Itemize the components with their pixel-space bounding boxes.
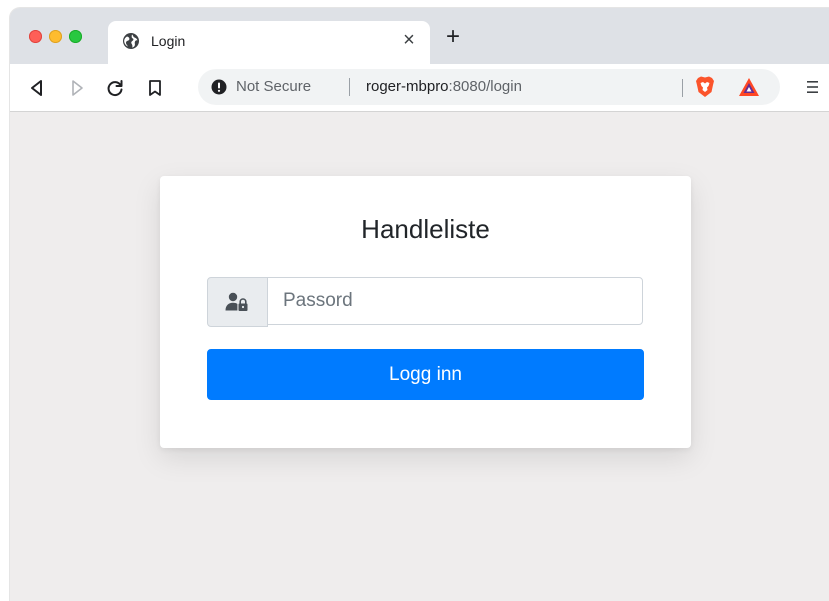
- bat-triangle-icon[interactable]: [738, 77, 760, 97]
- url-text[interactable]: roger-mbpro:8080/login: [366, 78, 522, 95]
- new-tab-button[interactable]: +: [442, 25, 464, 49]
- minimize-window-button[interactable]: [49, 30, 62, 43]
- reload-icon[interactable]: [104, 77, 126, 99]
- password-input[interactable]: [267, 277, 643, 325]
- login-button[interactable]: Logg inn: [207, 349, 644, 400]
- input-prepend: [207, 277, 268, 327]
- address-separator: [349, 78, 350, 96]
- globe-icon: [122, 32, 140, 50]
- password-input-group: [207, 277, 644, 327]
- brave-lion-icon[interactable]: [694, 75, 716, 99]
- browser-toolbar: Not Secure roger-mbpro:8080/login: [10, 64, 829, 112]
- user-lock-icon: [225, 292, 248, 311]
- tab-close-icon[interactable]: ×: [398, 29, 420, 51]
- forward-arrow-icon[interactable]: [66, 77, 88, 99]
- back-arrow-icon[interactable]: [26, 77, 48, 99]
- security-label[interactable]: Not Secure: [236, 78, 311, 95]
- address-bar[interactable]: Not Secure roger-mbpro:8080/login: [198, 69, 780, 105]
- browser-window: Login × + Not Secure roger-mbpro:8080/lo…: [10, 8, 829, 601]
- url-host: roger-mbpro: [366, 78, 449, 95]
- page-title: Handleliste: [361, 214, 490, 244]
- info-warning-icon[interactable]: [211, 79, 227, 95]
- tab-login[interactable]: Login ×: [108, 21, 430, 66]
- maximize-window-button[interactable]: [69, 30, 82, 43]
- close-window-button[interactable]: [29, 30, 42, 43]
- url-path: :8080/login: [448, 78, 522, 95]
- tab-title: Login: [151, 33, 186, 49]
- hamburger-menu-icon[interactable]: [804, 76, 822, 98]
- bookmark-icon[interactable]: [144, 77, 166, 99]
- tab-strip: Login × +: [10, 8, 829, 66]
- page-content: Handleliste Logg inn: [10, 112, 829, 601]
- login-card: Handleliste Logg inn: [160, 176, 691, 448]
- address-separator-right: [682, 79, 683, 97]
